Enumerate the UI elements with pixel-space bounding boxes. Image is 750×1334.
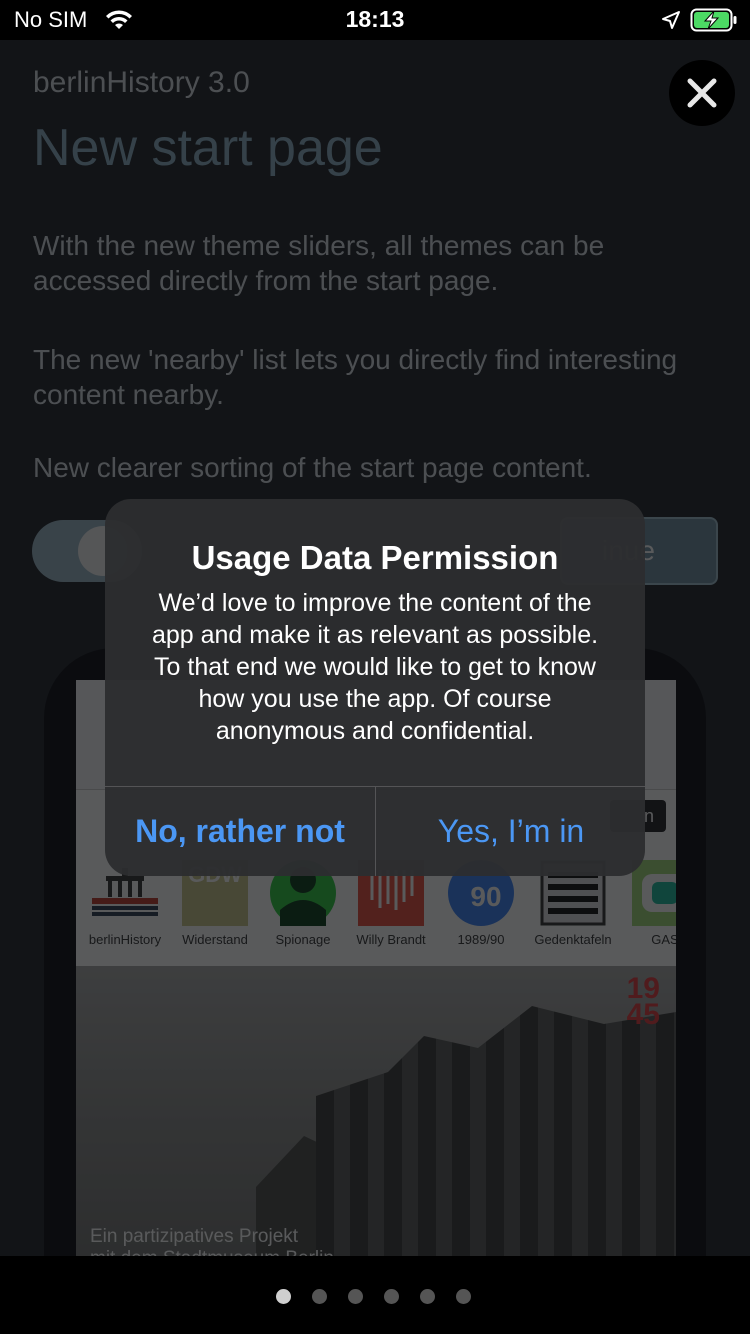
alert-title: Usage Data Permission	[191, 539, 559, 576]
page-dot[interactable]	[384, 1289, 399, 1304]
accept-button[interactable]: Yes, I’m in	[376, 787, 645, 876]
location-arrow-icon	[662, 11, 680, 29]
page-dot[interactable]	[456, 1289, 471, 1304]
decline-button[interactable]: No, rather not	[105, 787, 375, 876]
clock: 18:13	[345, 6, 405, 32]
page-dot[interactable]	[348, 1289, 363, 1304]
page-dot[interactable]	[276, 1289, 291, 1304]
page-indicator-bar	[0, 1256, 750, 1334]
alert-message: We’d love to improve the content of the …	[151, 589, 599, 745]
close-button[interactable]	[669, 60, 735, 126]
battery-charging-icon	[690, 8, 737, 32]
page-dot[interactable]	[420, 1289, 435, 1304]
usage-data-permission-alert: Usage Data Permission We’d love to impro…	[105, 499, 645, 876]
page-dot[interactable]	[312, 1289, 327, 1304]
close-icon	[687, 78, 717, 108]
status-bar: No SIM 18:13	[0, 0, 750, 40]
